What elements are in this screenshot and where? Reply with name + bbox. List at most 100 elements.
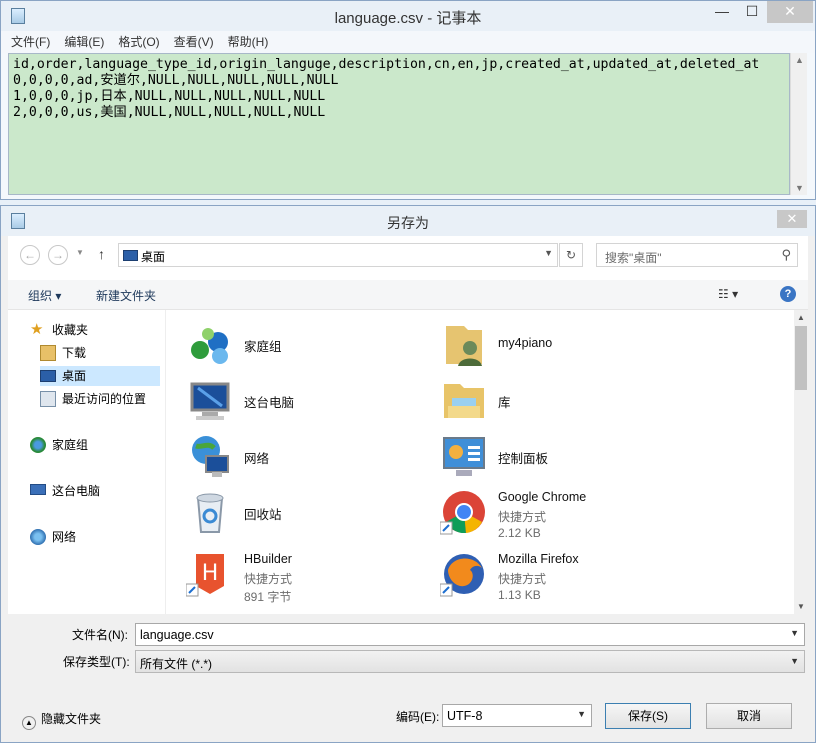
list-item[interactable]: Mozilla Firefox 快捷方式 1.13 KB	[439, 550, 680, 606]
item-name: 这台电脑	[244, 396, 295, 410]
download-folder-icon	[40, 345, 56, 361]
list-item[interactable]: 回收站	[186, 488, 426, 544]
item-type: 快捷方式	[244, 572, 293, 586]
hide-folders-label: 隐藏文件夹	[41, 712, 102, 726]
item-name: 网络	[244, 452, 270, 466]
filetype-value: 所有文件 (*.*)	[140, 657, 213, 671]
nav-desktop[interactable]: 桌面	[40, 366, 160, 386]
refresh-icon[interactable]: ↻	[559, 243, 583, 267]
user-folder-icon	[440, 320, 488, 368]
menu-edit[interactable]: 编辑(E)	[60, 31, 108, 53]
item-name: 家庭组	[244, 340, 282, 354]
desktop-icon	[123, 250, 138, 261]
save-button[interactable]: 保存(S)	[605, 703, 691, 729]
item-name: Mozilla Firefox	[498, 552, 579, 566]
address-label: 桌面	[141, 250, 166, 264]
nav-label: 网络	[52, 530, 77, 544]
filetype-label: 保存类型(T):	[63, 655, 130, 669]
chevron-up-icon: ▲	[22, 716, 36, 730]
text-line: 0,0,0,0,ad,安道尔,NULL,NULL,NULL,NULL,NULL	[13, 73, 339, 88]
scroll-down-icon[interactable]: ▼	[791, 183, 808, 193]
nav-this-pc[interactable]: 这台电脑	[30, 481, 100, 501]
star-icon: ★	[30, 321, 44, 338]
list-item[interactable]: 库	[440, 376, 680, 432]
chevron-down-icon[interactable]: ▼	[544, 248, 553, 258]
text-editor[interactable]: id,order,language_type_id,origin_languge…	[8, 53, 790, 195]
menu-bar: 文件(F) 编辑(E) 格式(O) 查看(V) 帮助(H)	[1, 31, 815, 53]
menu-help[interactable]: 帮助(H)	[224, 31, 273, 53]
chrome-icon	[439, 488, 488, 536]
homegroup-icon	[30, 437, 46, 453]
nav-label: 家庭组	[52, 438, 89, 452]
filename-field[interactable]: language.csv ▼	[135, 623, 805, 646]
nav-label: 最近访问的位置	[62, 392, 147, 406]
nav-downloads[interactable]: 下载	[40, 343, 86, 363]
chevron-down-icon[interactable]: ▼	[577, 709, 586, 719]
dialog-close-button[interactable]: ✕	[777, 210, 807, 228]
filename-label: 文件名(N):	[72, 628, 128, 642]
encoding-select[interactable]: UTF-8 ▼	[442, 704, 592, 727]
list-item[interactable]: 控制面板	[440, 432, 680, 488]
search-input[interactable]: 搜索"桌面" ⚲	[596, 243, 798, 267]
maximize-button[interactable]: ☐	[737, 1, 767, 23]
list-item[interactable]: H HBuilder 快捷方式 891 字节	[185, 550, 426, 606]
close-button[interactable]: ✕	[767, 1, 813, 23]
dialog-body: ← → ▼ ↑ 桌面 ▼ ↻ 搜索"桌面" ⚲ 组织 ▾ 新建文件夹 ☷ ▾ ?…	[8, 236, 808, 737]
filetype-select[interactable]: 所有文件 (*.*) ▼	[135, 650, 805, 673]
forward-icon[interactable]: →	[48, 245, 68, 265]
nav-favorites[interactable]: ★ 收藏夹	[30, 320, 88, 340]
minimize-button[interactable]: —	[707, 1, 737, 23]
nav-label: 这台电脑	[52, 484, 101, 498]
new-folder-button[interactable]: 新建文件夹	[96, 287, 156, 304]
list-item[interactable]: 这台电脑	[186, 376, 426, 432]
back-icon[interactable]: ←	[20, 245, 40, 265]
recent-places-icon	[40, 391, 56, 407]
nav-homegroup[interactable]: 家庭组	[30, 435, 88, 455]
view-options-icon[interactable]: ☷ ▾	[718, 287, 738, 301]
text-line: 1,0,0,0,jp,日本,NULL,NULL,NULL,NULL,NULL	[13, 89, 326, 104]
address-box[interactable]: 桌面 ▼	[118, 243, 558, 267]
scroll-thumb[interactable]	[795, 326, 807, 390]
save-form: 文件名(N): language.csv ▼ 保存类型(T): 所有文件 (*.…	[8, 614, 808, 737]
encoding-label: 编码(E):	[396, 710, 440, 724]
menu-view[interactable]: 查看(V)	[170, 31, 218, 53]
chevron-down-icon[interactable]: ▼	[790, 628, 799, 638]
library-icon	[440, 376, 488, 424]
chevron-down-icon[interactable]: ▼	[790, 656, 799, 666]
nav-label: 收藏夹	[52, 323, 89, 337]
hide-folders-toggle[interactable]: ▲ 隐藏文件夹	[22, 710, 101, 730]
item-size: 891 字节	[244, 590, 292, 604]
scroll-up-icon[interactable]: ▲	[794, 313, 808, 322]
address-bar-row: ← → ▼ ↑ 桌面 ▼ ↻ 搜索"桌面" ⚲	[8, 236, 808, 280]
scroll-down-icon[interactable]: ▼	[794, 602, 808, 611]
list-item[interactable]: my4piano	[440, 320, 680, 376]
menu-file[interactable]: 文件(F)	[7, 31, 54, 53]
file-list-scrollbar[interactable]: ▲ ▼	[794, 310, 808, 614]
nav-network[interactable]: 网络	[30, 527, 76, 547]
notepad-title: language.csv - 记事本	[334, 10, 482, 27]
item-type: 快捷方式	[498, 572, 547, 586]
computer-icon	[30, 484, 46, 495]
search-icon[interactable]: ⚲	[781, 247, 791, 263]
recycle-bin-icon	[186, 488, 234, 536]
cancel-button[interactable]: 取消	[706, 703, 792, 729]
item-name: Google Chrome	[498, 490, 587, 504]
list-item[interactable]: Google Chrome 快捷方式 2.12 KB	[439, 488, 680, 544]
organize-button[interactable]: 组织 ▾	[28, 287, 61, 304]
filename-value: language.csv	[140, 628, 214, 642]
list-item[interactable]: 网络	[186, 432, 426, 488]
up-arrow-icon[interactable]: ↑	[98, 246, 105, 262]
item-size: 1.13 KB	[498, 588, 541, 602]
navigation-pane: ★ 收藏夹 下载 桌面 最近访问的位置 家庭组 这台电脑 网络	[8, 310, 166, 614]
editor-scrollbar[interactable]: ▲ ▼	[790, 53, 807, 195]
menu-format[interactable]: 格式(O)	[114, 31, 163, 53]
scroll-up-icon[interactable]: ▲	[791, 55, 808, 65]
dialog-titlebar: 另存为 ✕	[1, 206, 815, 236]
recent-dropdown-icon[interactable]: ▼	[76, 248, 84, 257]
control-panel-icon	[440, 432, 488, 480]
item-name: 控制面板	[498, 452, 549, 466]
help-icon[interactable]: ?	[780, 286, 796, 302]
nav-recent[interactable]: 最近访问的位置	[40, 389, 146, 409]
list-item[interactable]: 家庭组	[186, 320, 426, 376]
computer-icon	[186, 376, 234, 424]
